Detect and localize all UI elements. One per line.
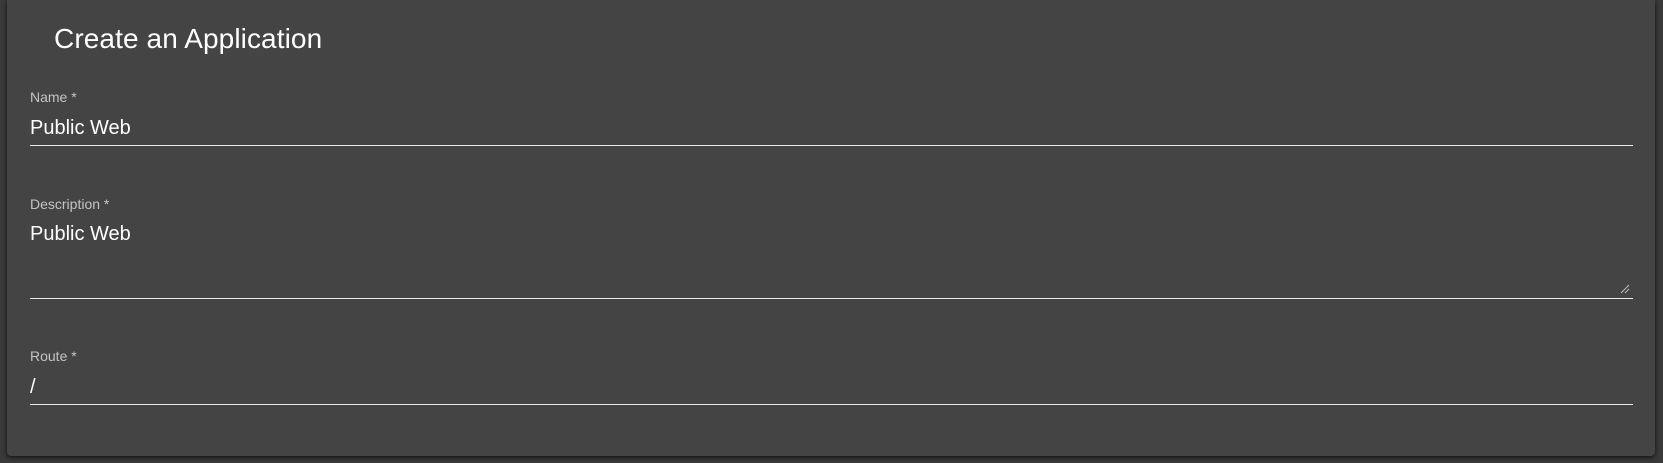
route-underline xyxy=(30,404,1633,405)
description-underline xyxy=(30,298,1633,299)
create-application-card: Create an Application Name * Description… xyxy=(7,0,1655,456)
description-textarea[interactable]: Public Web xyxy=(30,222,1633,292)
name-label: Name * xyxy=(30,89,77,105)
route-label: Route * xyxy=(30,348,77,364)
route-field-group: Route * xyxy=(30,348,1633,408)
name-field-group: Name * xyxy=(30,89,1633,149)
name-input[interactable] xyxy=(30,115,1633,141)
page-title: Create an Application xyxy=(54,23,323,54)
name-underline xyxy=(30,145,1633,146)
route-input[interactable] xyxy=(30,374,1633,400)
description-field-group: Description * Public Web xyxy=(30,196,1633,300)
description-label: Description * xyxy=(30,196,110,212)
resize-grip-icon[interactable] xyxy=(1620,284,1630,294)
